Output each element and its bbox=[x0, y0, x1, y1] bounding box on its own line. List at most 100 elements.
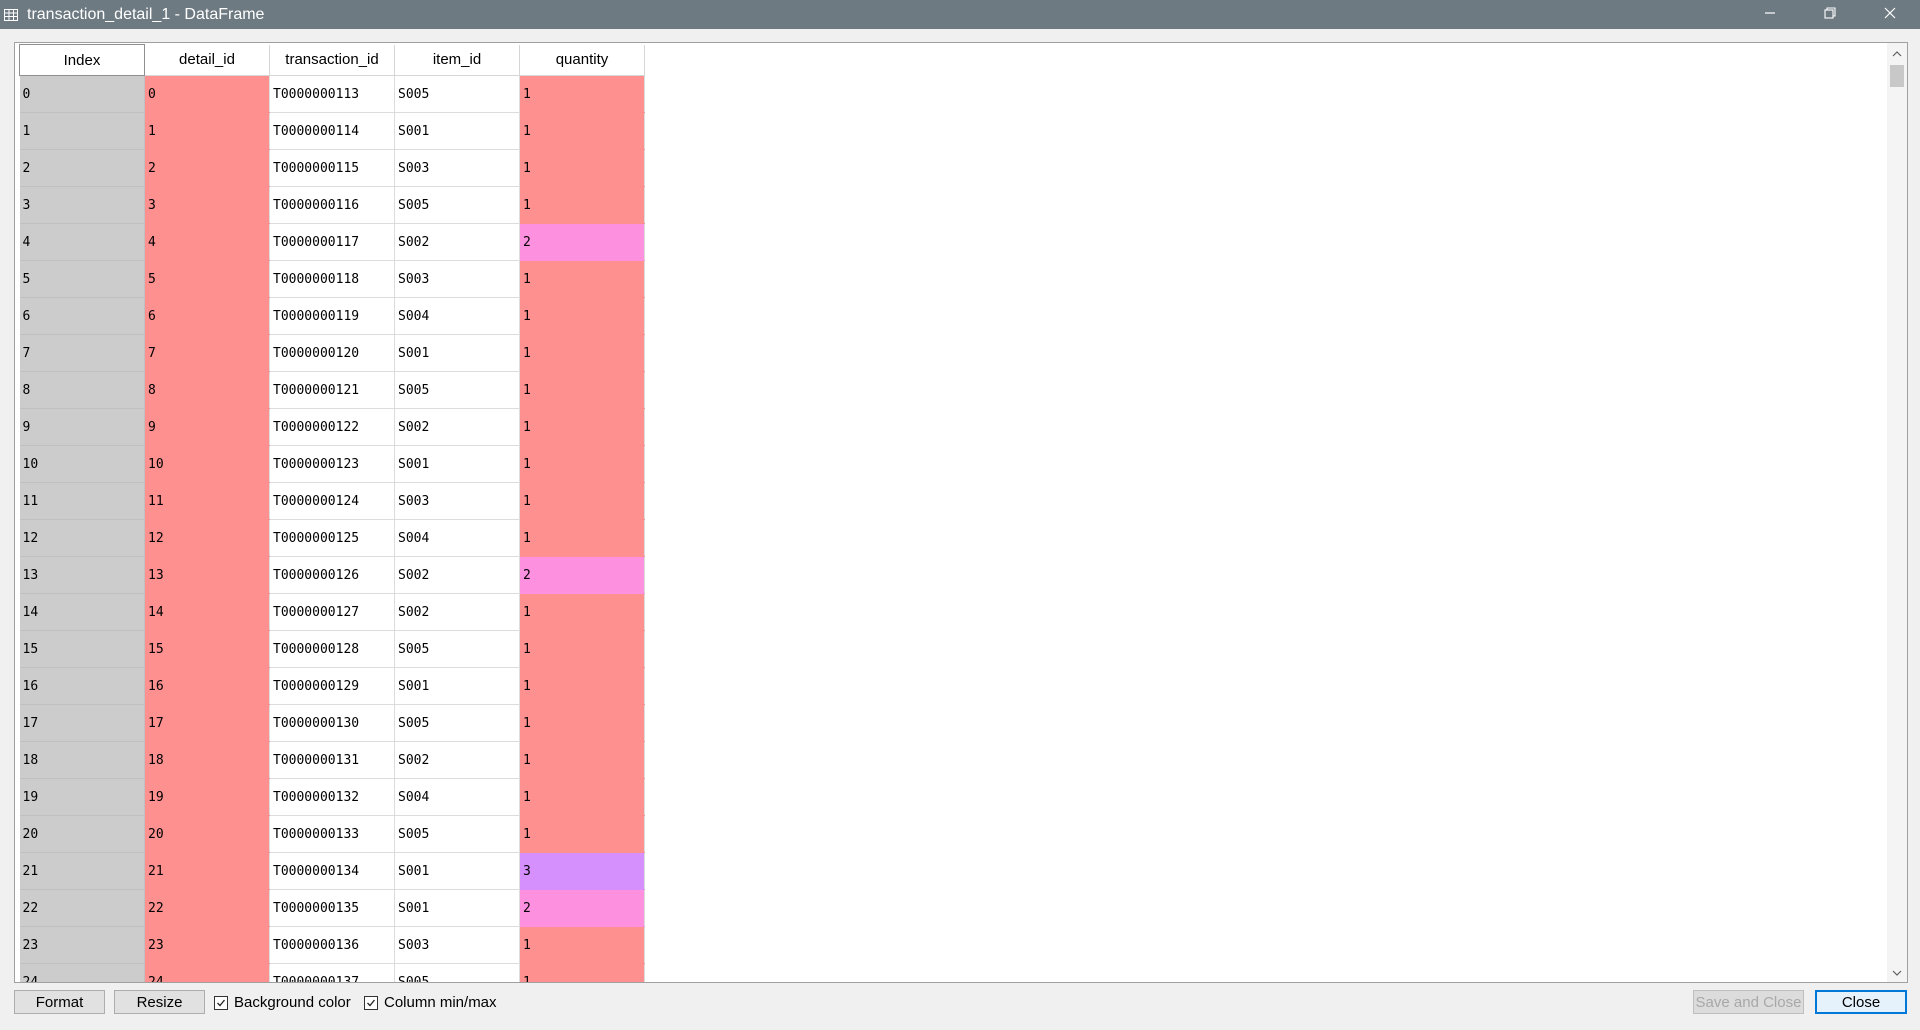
row-index-cell[interactable]: 6 bbox=[19, 297, 145, 335]
detail-id-cell[interactable]: 0 bbox=[144, 75, 270, 113]
save-and-close-button[interactable]: Save and Close bbox=[1693, 990, 1804, 1014]
detail-id-cell[interactable]: 21 bbox=[144, 852, 270, 890]
item-id-cell[interactable]: S001 bbox=[394, 889, 520, 927]
column-header-quantity[interactable]: quantity bbox=[519, 44, 645, 76]
item-id-cell[interactable]: S005 bbox=[394, 963, 520, 982]
transaction-id-cell[interactable]: T0000000117 bbox=[269, 223, 395, 261]
quantity-cell[interactable]: 1 bbox=[519, 778, 645, 816]
detail-id-cell[interactable]: 13 bbox=[144, 556, 270, 594]
item-id-cell[interactable]: S004 bbox=[394, 778, 520, 816]
item-id-cell[interactable]: S002 bbox=[394, 408, 520, 446]
quantity-cell[interactable]: 2 bbox=[519, 556, 645, 594]
transaction-id-cell[interactable]: T0000000128 bbox=[269, 630, 395, 668]
quantity-cell[interactable]: 1 bbox=[519, 815, 645, 853]
column-header-item-id[interactable]: item_id bbox=[394, 44, 520, 76]
minimize-button[interactable] bbox=[1740, 0, 1800, 29]
item-id-cell[interactable]: S001 bbox=[394, 334, 520, 372]
quantity-cell[interactable]: 2 bbox=[519, 889, 645, 927]
transaction-id-cell[interactable]: T0000000132 bbox=[269, 778, 395, 816]
resize-button[interactable]: Resize bbox=[114, 990, 205, 1014]
detail-id-cell[interactable]: 16 bbox=[144, 667, 270, 705]
quantity-cell[interactable]: 1 bbox=[519, 630, 645, 668]
detail-id-cell[interactable]: 17 bbox=[144, 704, 270, 742]
item-id-cell[interactable]: S005 bbox=[394, 630, 520, 668]
detail-id-cell[interactable]: 2 bbox=[144, 149, 270, 187]
row-index-cell[interactable]: 13 bbox=[19, 556, 145, 594]
vertical-scrollbar[interactable] bbox=[1887, 43, 1907, 982]
row-index-cell[interactable]: 7 bbox=[19, 334, 145, 372]
scroll-up-button[interactable] bbox=[1887, 45, 1907, 61]
transaction-id-cell[interactable]: T0000000122 bbox=[269, 408, 395, 446]
transaction-id-cell[interactable]: T0000000133 bbox=[269, 815, 395, 853]
transaction-id-cell[interactable]: T0000000124 bbox=[269, 482, 395, 520]
transaction-id-cell[interactable]: T0000000115 bbox=[269, 149, 395, 187]
detail-id-cell[interactable]: 3 bbox=[144, 186, 270, 224]
item-id-cell[interactable]: S004 bbox=[394, 297, 520, 335]
quantity-cell[interactable]: 1 bbox=[519, 741, 645, 779]
transaction-id-cell[interactable]: T0000000118 bbox=[269, 260, 395, 298]
quantity-cell[interactable]: 1 bbox=[519, 704, 645, 742]
item-id-cell[interactable]: S002 bbox=[394, 556, 520, 594]
detail-id-cell[interactable]: 6 bbox=[144, 297, 270, 335]
item-id-cell[interactable]: S002 bbox=[394, 741, 520, 779]
quantity-cell[interactable]: 1 bbox=[519, 445, 645, 483]
row-index-cell[interactable]: 9 bbox=[19, 408, 145, 446]
item-id-cell[interactable]: S005 bbox=[394, 186, 520, 224]
item-id-cell[interactable]: S003 bbox=[394, 260, 520, 298]
quantity-cell[interactable]: 1 bbox=[519, 371, 645, 409]
row-index-cell[interactable]: 17 bbox=[19, 704, 145, 742]
item-id-cell[interactable]: S004 bbox=[394, 519, 520, 557]
row-index-cell[interactable]: 2 bbox=[19, 149, 145, 187]
quantity-cell[interactable]: 1 bbox=[519, 260, 645, 298]
detail-id-cell[interactable]: 10 bbox=[144, 445, 270, 483]
format-button[interactable]: Format bbox=[14, 990, 105, 1014]
row-index-cell[interactable]: 22 bbox=[19, 889, 145, 927]
transaction-id-cell[interactable]: T0000000131 bbox=[269, 741, 395, 779]
detail-id-cell[interactable]: 19 bbox=[144, 778, 270, 816]
row-index-cell[interactable]: 10 bbox=[19, 445, 145, 483]
transaction-id-cell[interactable]: T0000000129 bbox=[269, 667, 395, 705]
quantity-cell[interactable]: 1 bbox=[519, 186, 645, 224]
item-id-cell[interactable]: S005 bbox=[394, 75, 520, 113]
restore-button[interactable] bbox=[1800, 0, 1860, 29]
item-id-cell[interactable]: S001 bbox=[394, 445, 520, 483]
column-header-detail-id[interactable]: detail_id bbox=[144, 44, 270, 76]
quantity-cell[interactable]: 1 bbox=[519, 149, 645, 187]
transaction-id-cell[interactable]: T0000000130 bbox=[269, 704, 395, 742]
row-index-cell[interactable]: 8 bbox=[19, 371, 145, 409]
scrollbar-thumb[interactable] bbox=[1890, 65, 1904, 87]
item-id-cell[interactable]: S003 bbox=[394, 149, 520, 187]
detail-id-cell[interactable]: 15 bbox=[144, 630, 270, 668]
detail-id-cell[interactable]: 5 bbox=[144, 260, 270, 298]
detail-id-cell[interactable]: 22 bbox=[144, 889, 270, 927]
item-id-cell[interactable]: S005 bbox=[394, 371, 520, 409]
quantity-cell[interactable]: 1 bbox=[519, 112, 645, 150]
row-index-cell[interactable]: 20 bbox=[19, 815, 145, 853]
transaction-id-cell[interactable]: T0000000125 bbox=[269, 519, 395, 557]
background-color-checkbox[interactable]: Background color bbox=[214, 994, 351, 1011]
detail-id-cell[interactable]: 20 bbox=[144, 815, 270, 853]
quantity-cell[interactable]: 1 bbox=[519, 75, 645, 113]
row-index-cell[interactable]: 11 bbox=[19, 482, 145, 520]
row-index-cell[interactable]: 12 bbox=[19, 519, 145, 557]
quantity-cell[interactable]: 2 bbox=[519, 223, 645, 261]
close-window-button[interactable] bbox=[1860, 0, 1920, 29]
row-index-cell[interactable]: 18 bbox=[19, 741, 145, 779]
quantity-cell[interactable]: 1 bbox=[519, 926, 645, 964]
detail-id-cell[interactable]: 11 bbox=[144, 482, 270, 520]
item-id-cell[interactable]: S001 bbox=[394, 667, 520, 705]
quantity-cell[interactable]: 3 bbox=[519, 852, 645, 890]
row-index-cell[interactable]: 16 bbox=[19, 667, 145, 705]
scroll-down-button[interactable] bbox=[1887, 964, 1907, 980]
dataframe-table-view[interactable]: Index detail_id transaction_id item_id q… bbox=[14, 42, 1908, 983]
quantity-cell[interactable]: 1 bbox=[519, 482, 645, 520]
detail-id-cell[interactable]: 18 bbox=[144, 741, 270, 779]
quantity-cell[interactable]: 1 bbox=[519, 297, 645, 335]
detail-id-cell[interactable]: 7 bbox=[144, 334, 270, 372]
item-id-cell[interactable]: S002 bbox=[394, 223, 520, 261]
transaction-id-cell[interactable]: T0000000114 bbox=[269, 112, 395, 150]
row-index-cell[interactable]: 3 bbox=[19, 186, 145, 224]
transaction-id-cell[interactable]: T0000000126 bbox=[269, 556, 395, 594]
quantity-cell[interactable]: 1 bbox=[519, 408, 645, 446]
transaction-id-cell[interactable]: T0000000119 bbox=[269, 297, 395, 335]
